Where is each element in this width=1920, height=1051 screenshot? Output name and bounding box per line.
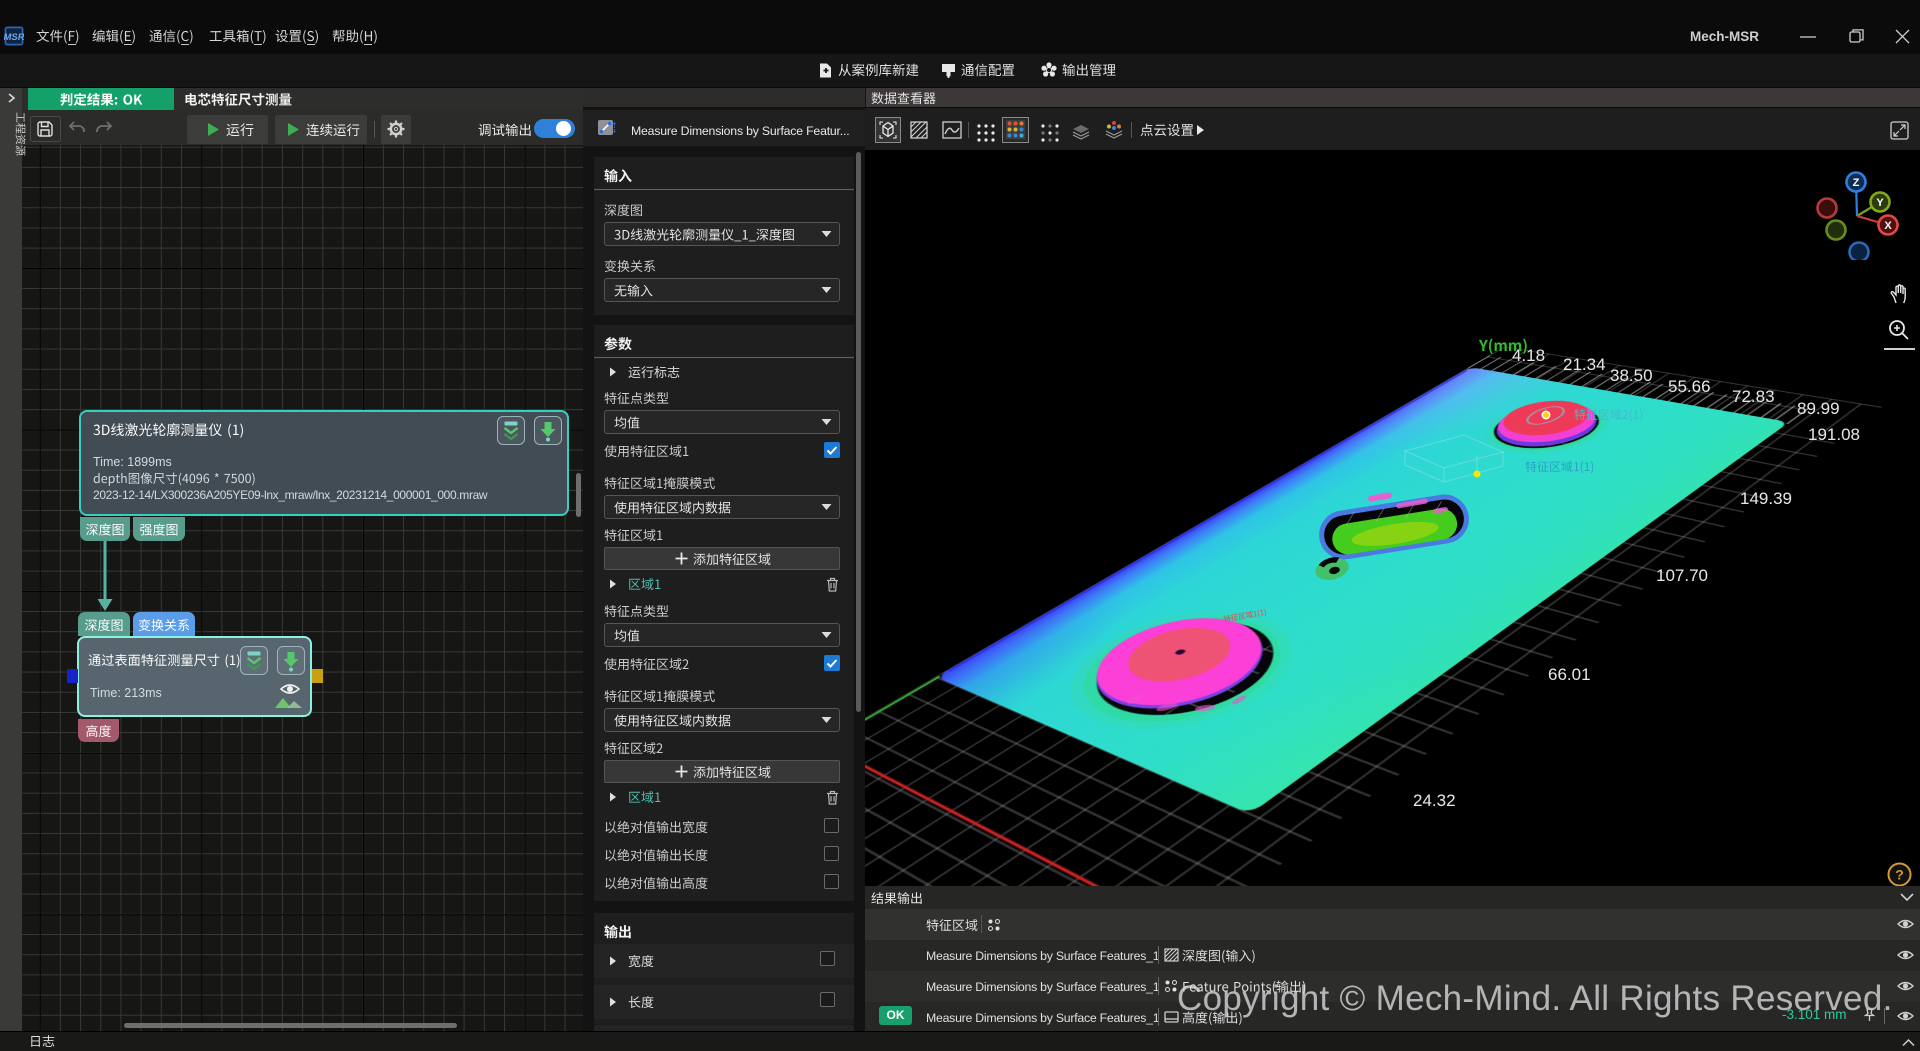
svg-text:?: ? bbox=[1895, 867, 1904, 883]
svg-text:Z: Z bbox=[1853, 177, 1860, 189]
svg-text:X: X bbox=[1884, 220, 1892, 232]
svg-text:Y: Y bbox=[1876, 197, 1884, 209]
svg-text:MSR: MSR bbox=[4, 32, 24, 43]
